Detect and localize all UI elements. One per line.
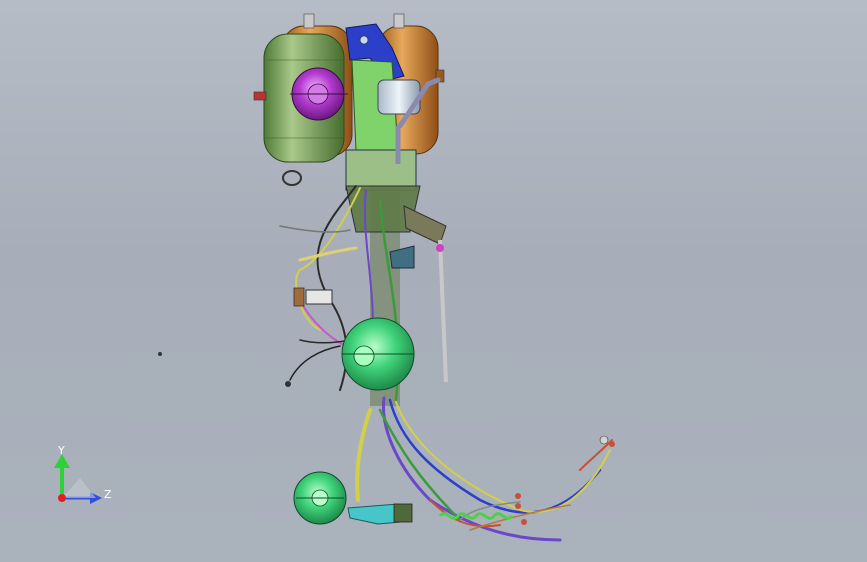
triad-x-axis-icon (58, 494, 66, 502)
lower-bracket[interactable] (347, 503, 413, 525)
cad-model-scene[interactable]: Y Z (0, 0, 867, 562)
brake-chamber-middle[interactable] (341, 317, 415, 391)
triad-y-label: Y (57, 444, 65, 457)
triad-plane-icon (62, 478, 96, 498)
coiled-hose (438, 512, 514, 520)
valve-block-left[interactable] (293, 287, 333, 307)
triad-z-label: Z (104, 488, 112, 501)
cad-viewport[interactable]: Y Z (0, 0, 867, 562)
brake-chamber-lower[interactable] (293, 471, 347, 525)
orientation-triad[interactable]: Y Z (54, 444, 112, 504)
